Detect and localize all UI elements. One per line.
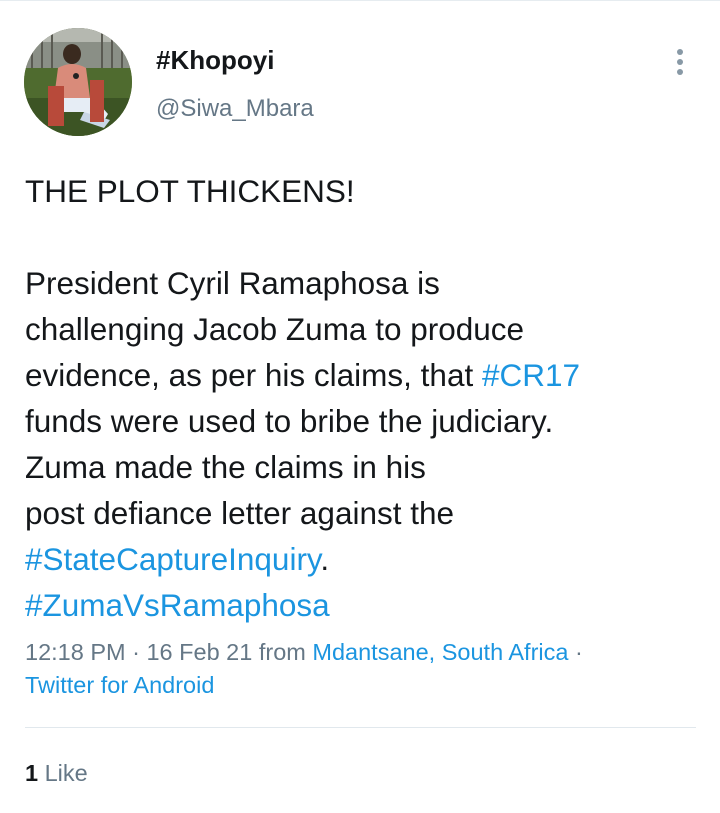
likes-count[interactable]: 1 Like <box>25 757 88 789</box>
from-label: from <box>252 639 313 665</box>
timestamp-line: 12:18 PM · 16 Feb 21 from Mdantsane, Sou… <box>25 636 715 669</box>
tweet-text-line <box>25 214 705 260</box>
likes-label: Like <box>38 760 88 786</box>
profile-photo-icon <box>24 28 132 136</box>
tweet-text-line: THE PLOT THICKENS! <box>25 168 705 214</box>
meta-separator: · <box>125 639 147 665</box>
tweet-text-segment: Zuma made the claims in his <box>25 449 426 485</box>
tweet-text-line: post defiance letter against the <box>25 490 705 536</box>
tweet-text-line: President Cyril Ramaphosa is <box>25 260 705 306</box>
user-handle[interactable]: @Siwa_Mbara <box>156 94 314 124</box>
top-rule <box>0 0 720 1</box>
meta-separator: · <box>568 639 583 665</box>
tweet-text-line: funds were used to bribe the judiciary. <box>25 398 705 444</box>
location-link[interactable]: Mdantsane, South Africa <box>312 639 568 665</box>
tweet-text: THE PLOT THICKENS! President Cyril Ramaph… <box>25 168 705 628</box>
tweet-text-segment: evidence, as per his claims, that <box>25 357 482 393</box>
more-vertical-icon <box>677 59 683 65</box>
tweet-text-segment: President Cyril Ramaphosa is <box>25 265 440 301</box>
tweet-meta: 12:18 PM · 16 Feb 21 from Mdantsane, Sou… <box>25 636 715 702</box>
tweet-text-segment: THE PLOT THICKENS! <box>25 173 355 209</box>
hashtag-link[interactable]: #StateCaptureInquiry <box>25 541 320 577</box>
more-vertical-icon <box>677 49 683 55</box>
tweet-text-segment: challenging Jacob Zuma to produce <box>25 311 525 347</box>
tweet-text-line: evidence, as per his claims, that #CR17 <box>25 352 705 398</box>
hashtag-link[interactable]: #CR17 <box>482 357 580 393</box>
client-link[interactable]: Twitter for Android <box>25 669 715 702</box>
more-vertical-icon <box>677 69 683 75</box>
tweet-text-line: Zuma made the claims in his <box>25 444 705 490</box>
tweet-text-segment: post defiance letter against the <box>25 495 455 531</box>
tweet-text-line: #StateCaptureInquiry. <box>25 536 705 582</box>
more-options-button[interactable] <box>664 44 696 80</box>
likes-number: 1 <box>25 760 39 786</box>
avatar[interactable] <box>24 28 132 136</box>
tweet-time[interactable]: 12:18 PM <box>25 639 126 665</box>
tweet-text-line: challenging Jacob Zuma to produce <box>25 306 705 352</box>
tweet-text-line: #ZumaVsRamaphosa <box>25 582 705 628</box>
tweet-text-segment: . <box>320 541 330 577</box>
tweet-date[interactable]: 16 Feb 21 <box>146 639 252 665</box>
hashtag-link[interactable]: #ZumaVsRamaphosa <box>25 587 330 623</box>
display-name[interactable]: #Khopoyi <box>156 44 274 76</box>
tweet-text-segment: funds were used to bribe the judiciary. <box>25 403 554 439</box>
divider <box>25 727 696 728</box>
